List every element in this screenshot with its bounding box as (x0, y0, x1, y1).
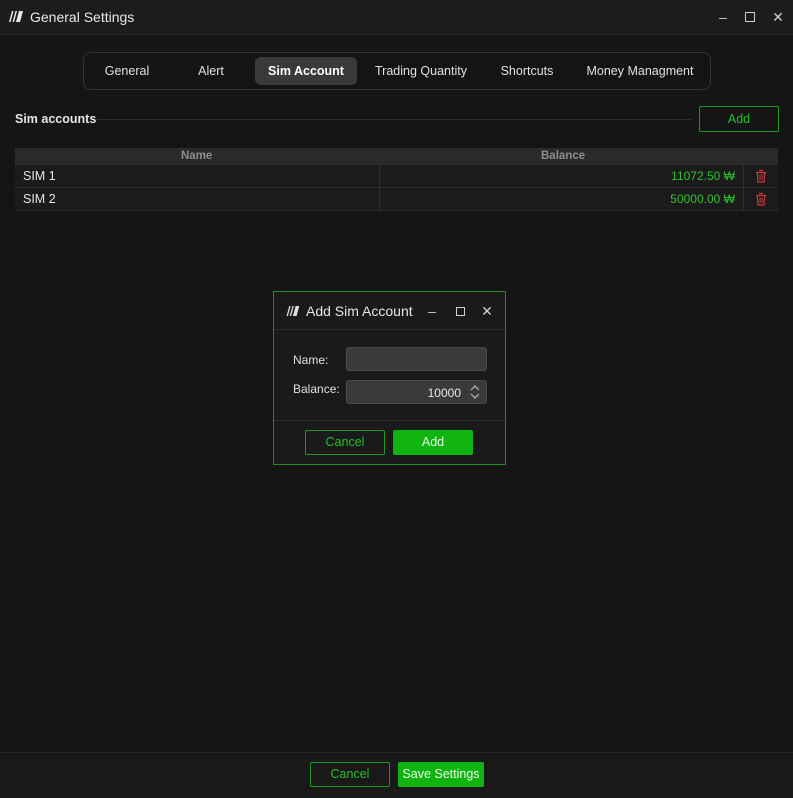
title-bar: General Settings – ✕ (0, 0, 793, 35)
column-header-balance[interactable]: Balance (541, 150, 585, 162)
name-input[interactable] (346, 347, 487, 371)
account-balance: 50000.00 ₩ (670, 192, 735, 206)
balance-spinner[interactable]: 10000 (346, 380, 487, 404)
settings-tabs: General Alert Sim Account Trading Quanti… (83, 52, 711, 90)
tab-shortcuts[interactable]: Shortcuts (485, 57, 569, 85)
trash-icon[interactable] (754, 169, 768, 183)
app-logo-icon (9, 11, 23, 22)
add-sim-account-button[interactable]: Add (699, 106, 779, 132)
tab-general[interactable]: General (88, 57, 166, 85)
section-title: Sim accounts (15, 112, 97, 126)
spinner-arrows-icon[interactable] (470, 384, 480, 400)
account-balance: 11072.50 ₩ (671, 169, 735, 183)
cancel-button[interactable]: Cancel (305, 430, 385, 455)
balance-value: 10000 (427, 386, 461, 400)
tab-sim-account[interactable]: Sim Account (255, 57, 357, 85)
app-logo-icon (286, 306, 300, 316)
trash-icon[interactable] (754, 192, 768, 206)
table-row[interactable]: SIM 1 11072.50 ₩ (15, 165, 778, 188)
close-icon[interactable]: ✕ (479, 303, 495, 319)
dialog-divider (274, 420, 505, 421)
name-label: Name: (293, 353, 329, 367)
tab-alert[interactable]: Alert (172, 57, 250, 85)
cell-divider (743, 188, 744, 210)
section-divider (97, 119, 691, 120)
balance-label: Balance: (293, 382, 340, 396)
cell-divider (743, 165, 744, 187)
cancel-button[interactable]: Cancel (310, 762, 390, 787)
table-row[interactable]: SIM 2 50000.00 ₩ (15, 188, 778, 211)
minimize-icon[interactable]: – (715, 9, 731, 25)
close-icon[interactable]: ✕ (770, 9, 786, 25)
window-title: General Settings (30, 9, 135, 25)
dialog-title: Add Sim Account (306, 303, 413, 319)
cell-divider (379, 188, 380, 210)
add-sim-account-dialog: Add Sim Account – ✕ Name: Balance: 10000… (273, 291, 506, 465)
dialog-divider (274, 329, 505, 330)
maximize-icon[interactable] (742, 9, 758, 25)
account-name: SIM 1 (23, 169, 56, 183)
maximize-icon[interactable] (452, 303, 468, 319)
column-header-name[interactable]: Name (181, 150, 212, 162)
tab-trading-quantity[interactable]: Trading Quantity (366, 57, 476, 85)
sim-accounts-table: Name Balance SIM 1 11072.50 ₩ SIM 2 5000… (15, 148, 778, 211)
cell-divider (379, 165, 380, 187)
account-name: SIM 2 (23, 192, 56, 206)
table-header: Name Balance (15, 148, 778, 165)
minimize-icon[interactable]: – (424, 303, 440, 319)
footer-bar: Cancel Save Settings (0, 752, 793, 798)
add-button[interactable]: Add (393, 430, 473, 455)
tab-money-managment[interactable]: Money Managment (578, 57, 702, 85)
save-settings-button[interactable]: Save Settings (398, 762, 484, 787)
